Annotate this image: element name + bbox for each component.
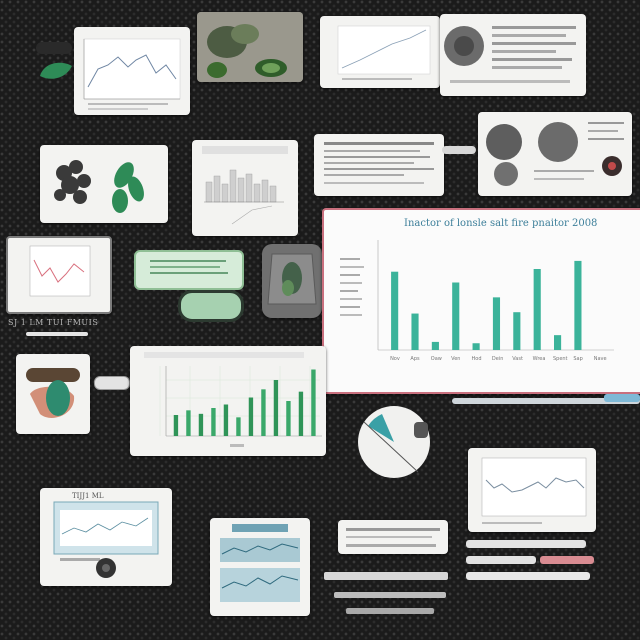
- main-xlabel-7: Wrea: [533, 356, 546, 362]
- secondary-bar-8: [273, 380, 279, 436]
- plant-illustration-card[interactable]: [40, 145, 168, 223]
- text-doc: [324, 142, 434, 184]
- monitor-card[interactable]: TIJJ1 ML: [40, 488, 172, 586]
- main-xlabel-2: Oaw: [431, 356, 442, 362]
- main-bar-3: [452, 282, 460, 350]
- main-bar-0: [391, 271, 399, 350]
- histogram-chart: [202, 146, 288, 225]
- strip-line-2: [334, 592, 446, 598]
- list-row-3[interactable]: [466, 572, 590, 580]
- time-series-card[interactable]: [468, 448, 596, 532]
- main-xlabel-4: Hod: [472, 356, 482, 362]
- gauge-doc-card[interactable]: [440, 14, 586, 96]
- line-chart-card-1[interactable]: [74, 27, 190, 115]
- plant-illustration: [54, 160, 144, 213]
- main-bar-7: [533, 269, 541, 350]
- pink-line-chart-card[interactable]: [6, 236, 112, 314]
- camera-doc-card[interactable]: [478, 112, 632, 196]
- secondary-bar-5: [236, 417, 241, 436]
- main-xlabel-9: Sap: [573, 356, 582, 362]
- list-row-2-accent: [540, 556, 594, 564]
- secondary-bar-9: [286, 401, 291, 436]
- pink-line-chart: [29, 245, 91, 297]
- toggle-switch-icon[interactable]: [442, 146, 476, 154]
- main-bar-6: [513, 312, 521, 350]
- main-bar-chart-card[interactable]: Inactor of lonsle salt fire pnaitor 2008…: [322, 208, 640, 394]
- time-series-chart: [481, 457, 587, 524]
- main-xlabel-6: Vast: [512, 356, 523, 362]
- main-xlabel-1: Aps: [410, 356, 420, 362]
- secondary-bar-chart-card[interactable]: [130, 346, 326, 456]
- strip-line-1: [324, 572, 448, 580]
- monitor-screen: [53, 501, 159, 578]
- main-xlabel-5: Dein: [492, 356, 503, 362]
- scatter-chart-card[interactable]: [320, 16, 440, 88]
- gauge-icon: [444, 26, 576, 83]
- main-bar-9: [574, 260, 582, 350]
- main-bar-1: [411, 313, 419, 350]
- avocado-icon: [26, 368, 80, 418]
- dashboard-card[interactable]: [210, 518, 310, 616]
- leaf-specimen-card[interactable]: [262, 244, 322, 318]
- camera-icon: [486, 122, 624, 186]
- green-label-lines: [150, 260, 228, 274]
- secondary-bar-2: [198, 413, 204, 436]
- main-xlabel-8: Spent: [553, 356, 568, 362]
- secondary-bar-6: [248, 397, 254, 436]
- leaf-specimen: [267, 253, 317, 305]
- plant-photo-card[interactable]: [197, 12, 303, 82]
- green-leaf-icon: [40, 62, 72, 79]
- pie-chart-icon[interactable]: [354, 402, 434, 482]
- main-bar-4: [472, 343, 480, 350]
- caption-underline: [26, 332, 88, 336]
- main-xlabel-3: Ven: [451, 356, 460, 362]
- main-xlabel-10: Nave: [594, 356, 607, 362]
- line-chart-1: [83, 38, 181, 110]
- secondary-bar-11: [311, 369, 316, 436]
- main-bar-5: [492, 297, 501, 350]
- secondary-bar-3: [211, 408, 216, 436]
- main-xlabel-0: Nov: [390, 356, 400, 362]
- secondary-bar-7: [261, 389, 266, 436]
- monitor-card-title: TIJJ1 ML: [72, 492, 104, 500]
- dark-green-pill[interactable]: [178, 290, 244, 322]
- main-bar-8: [554, 335, 562, 350]
- text-doc-card[interactable]: [314, 134, 444, 196]
- histogram-card[interactable]: [192, 140, 298, 236]
- main-chart-legend-lines: [340, 258, 364, 316]
- list-row-1[interactable]: [466, 540, 586, 548]
- secondary-bar-1: [186, 410, 191, 436]
- main-chart-shelf-accent: [604, 394, 640, 402]
- secondary-bar-0: [173, 415, 179, 436]
- main-bar-2: [431, 341, 439, 350]
- secondary-bar-10: [298, 391, 304, 436]
- secondary-bar-chart: [144, 352, 322, 447]
- toggle-switch-icon-2[interactable]: [94, 376, 130, 390]
- secondary-bar-4: [223, 404, 229, 436]
- green-label-pill[interactable]: [134, 250, 244, 290]
- dashboard-screens: [220, 524, 300, 602]
- list-row-2[interactable]: [466, 556, 536, 564]
- avocado-card[interactable]: [16, 354, 90, 434]
- scatter-chart: [337, 25, 431, 80]
- plant-icon: [197, 12, 303, 82]
- strip-line-3: [346, 608, 434, 614]
- small-caption: SJ 1 LM TUI FMUIS: [8, 318, 99, 327]
- leaf-icon: [36, 42, 72, 54]
- main-bar-chart: Nov Aps Oaw Ven Hod Dein Vast Wrea Spent Sap Nave: [340, 240, 614, 362]
- strip-card-1[interactable]: [338, 520, 448, 554]
